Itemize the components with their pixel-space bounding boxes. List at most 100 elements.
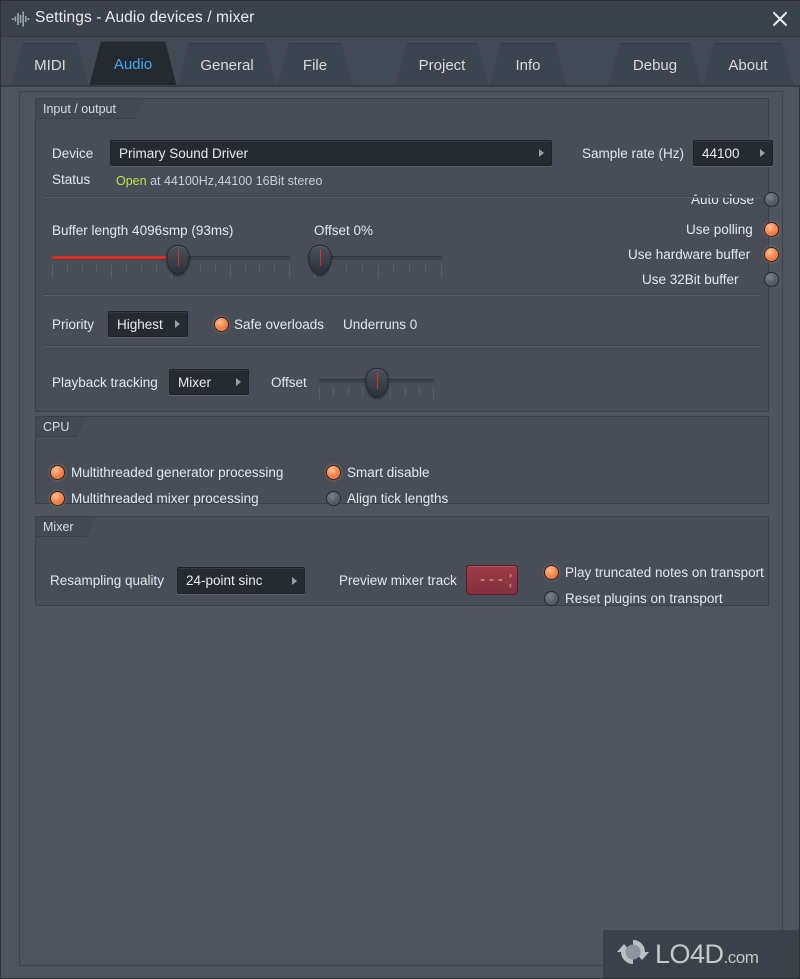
priority-value: Highest <box>117 316 163 332</box>
tab-label: Info <box>515 57 541 74</box>
auto-close-toggle[interactable] <box>764 192 779 207</box>
use-polling-toggle[interactable] <box>764 222 779 237</box>
panel-body-input-output: Device Primary Sound Driver Sample rate … <box>36 119 779 411</box>
use-hardware-buffer-label: Use hardware buffer <box>628 247 751 262</box>
priority-label: Priority <box>52 317 95 332</box>
device-value: Primary Sound Driver <box>119 145 249 161</box>
tab-underline <box>1 85 800 87</box>
panel-cpu: CPU Multithreaded generator processing M… <box>35 416 769 506</box>
buffer-length-slider[interactable] <box>52 245 290 282</box>
cpu-option-2-label: Smart disable <box>347 465 430 480</box>
cpu-option-1-label: Multithreaded mixer processing <box>71 491 259 506</box>
device-label: Device <box>52 146 94 161</box>
settings-window: Settings - Audio devices / mixer MIDI Au… <box>0 0 800 979</box>
playback-offset-label: Offset <box>271 375 307 390</box>
tab-label: Audio <box>113 56 153 73</box>
watermark-suffix: .com <box>723 947 759 967</box>
tab-bar: MIDI Audio General File Project Info Deb… <box>1 37 800 87</box>
tab-label: About <box>728 57 768 74</box>
close-icon[interactable] <box>767 7 793 31</box>
status-label: Status <box>52 172 91 187</box>
tab-audio[interactable]: Audio <box>89 41 177 87</box>
mixer-option-1-label: Reset plugins on transport <box>565 591 723 606</box>
resampling-quality-select[interactable]: 24-point sinc <box>177 567 305 594</box>
tab-info[interactable]: Info <box>489 43 567 87</box>
watermark: LO4D.com <box>603 930 799 978</box>
refresh-circle-icon <box>615 935 651 974</box>
use-32bit-buffer-toggle[interactable] <box>764 272 779 287</box>
tab-label: General <box>200 57 254 74</box>
chevron-right-icon <box>292 576 297 585</box>
panel-title-input-output: Input / output <box>36 99 144 119</box>
sample-rate-value: 44100 <box>702 145 740 161</box>
slider-track <box>314 256 442 260</box>
offset-label: Offset 0% <box>314 223 374 238</box>
chevron-right-icon <box>760 149 765 157</box>
chevron-down-icon[interactable]: ‹ <box>509 581 512 590</box>
panel-title-mixer: Mixer <box>36 517 96 537</box>
sample-rate-select[interactable]: 44100 <box>693 140 773 166</box>
tab-debug[interactable]: Debug <box>608 43 702 87</box>
resampling-quality-label: Resampling quality <box>50 573 165 588</box>
tab-label: File <box>302 57 328 74</box>
cpu-option-3-toggle[interactable] <box>326 491 341 506</box>
mixer-option-1-toggle[interactable] <box>544 591 559 606</box>
cpu-option-0-label: Multithreaded generator processing <box>71 465 284 480</box>
panel-title-cpu: CPU <box>36 417 86 437</box>
playback-tracking-value: Mixer <box>178 374 211 390</box>
mixer-option-0-toggle[interactable] <box>544 565 559 580</box>
separator <box>44 294 762 296</box>
separator <box>44 345 762 347</box>
underruns-label: Underruns 0 <box>343 317 418 332</box>
chevron-right-icon <box>539 149 544 157</box>
tab-general[interactable]: General <box>177 43 277 87</box>
tab-label: MIDI <box>34 57 66 74</box>
slider-ticks <box>314 264 442 280</box>
slider-fill <box>52 256 178 259</box>
tab-label: Debug <box>632 57 678 74</box>
status-open-text: Open <box>116 174 147 188</box>
offset-slider[interactable] <box>308 245 442 282</box>
playback-tracking-select[interactable]: Mixer <box>169 369 249 395</box>
panel-body-mixer: Resampling quality 24-point sinc Preview… <box>36 537 768 606</box>
tab-project[interactable]: Project <box>395 43 489 87</box>
window-title: Settings - Audio devices / mixer <box>35 9 255 26</box>
sample-rate-label: Sample rate (Hz) <box>582 146 685 161</box>
title-bar: Settings - Audio devices / mixer <box>1 1 800 37</box>
tab-label: Project <box>418 57 466 74</box>
preview-mixer-track-label: Preview mixer track <box>339 573 457 588</box>
cpu-option-0-toggle[interactable] <box>50 465 65 480</box>
priority-select[interactable]: Highest <box>108 311 188 337</box>
use-polling-label: Use polling <box>686 222 753 237</box>
panel-input-output: Input / output Device Primary Sound Driv… <box>35 98 779 412</box>
safe-overloads-toggle[interactable] <box>214 317 229 332</box>
playback-tracking-label: Playback tracking <box>52 375 158 390</box>
status-value: Open at 44100Hz,44100 16Bit stereo <box>116 174 322 188</box>
tab-about[interactable]: About <box>702 43 794 87</box>
cpu-option-3-label: Align tick lengths <box>347 491 449 506</box>
chevron-right-icon <box>236 378 241 386</box>
auto-close-label: Auto close <box>691 192 755 207</box>
mixer-option-0-label: Play truncated notes on transport <box>565 565 764 580</box>
tab-midi[interactable]: MIDI <box>11 43 89 87</box>
watermark-brand: LO4D <box>655 938 724 969</box>
panel-mixer: Mixer Resampling quality 24-point sinc P… <box>35 516 769 606</box>
preview-mixer-track-value[interactable]: --- › ‹ <box>466 565 518 595</box>
panel-body-cpu: Multithreaded generator processing Multi… <box>36 437 768 506</box>
chevron-right-icon <box>175 320 180 328</box>
waveform-icon <box>12 11 30 27</box>
tab-file[interactable]: File <box>277 43 353 87</box>
safe-overloads-label: Safe overloads <box>234 317 325 332</box>
cpu-option-1-toggle[interactable] <box>50 491 65 506</box>
chevron-up-icon[interactable]: › <box>509 571 512 580</box>
watermark-text: LO4D.com <box>655 938 759 970</box>
use-32bit-buffer-label: Use 32Bit buffer <box>642 272 739 287</box>
use-hardware-buffer-toggle[interactable] <box>764 247 779 262</box>
buffer-length-label: Buffer length 4096smp (93ms) <box>52 223 234 238</box>
playback-offset-slider[interactable] <box>319 368 434 401</box>
separator <box>44 196 762 198</box>
device-select[interactable]: Primary Sound Driver <box>110 140 552 166</box>
cpu-option-2-toggle[interactable] <box>326 465 341 480</box>
settings-content: Input / output Device Primary Sound Driv… <box>19 91 783 966</box>
resampling-quality-value: 24-point sinc <box>186 573 263 588</box>
